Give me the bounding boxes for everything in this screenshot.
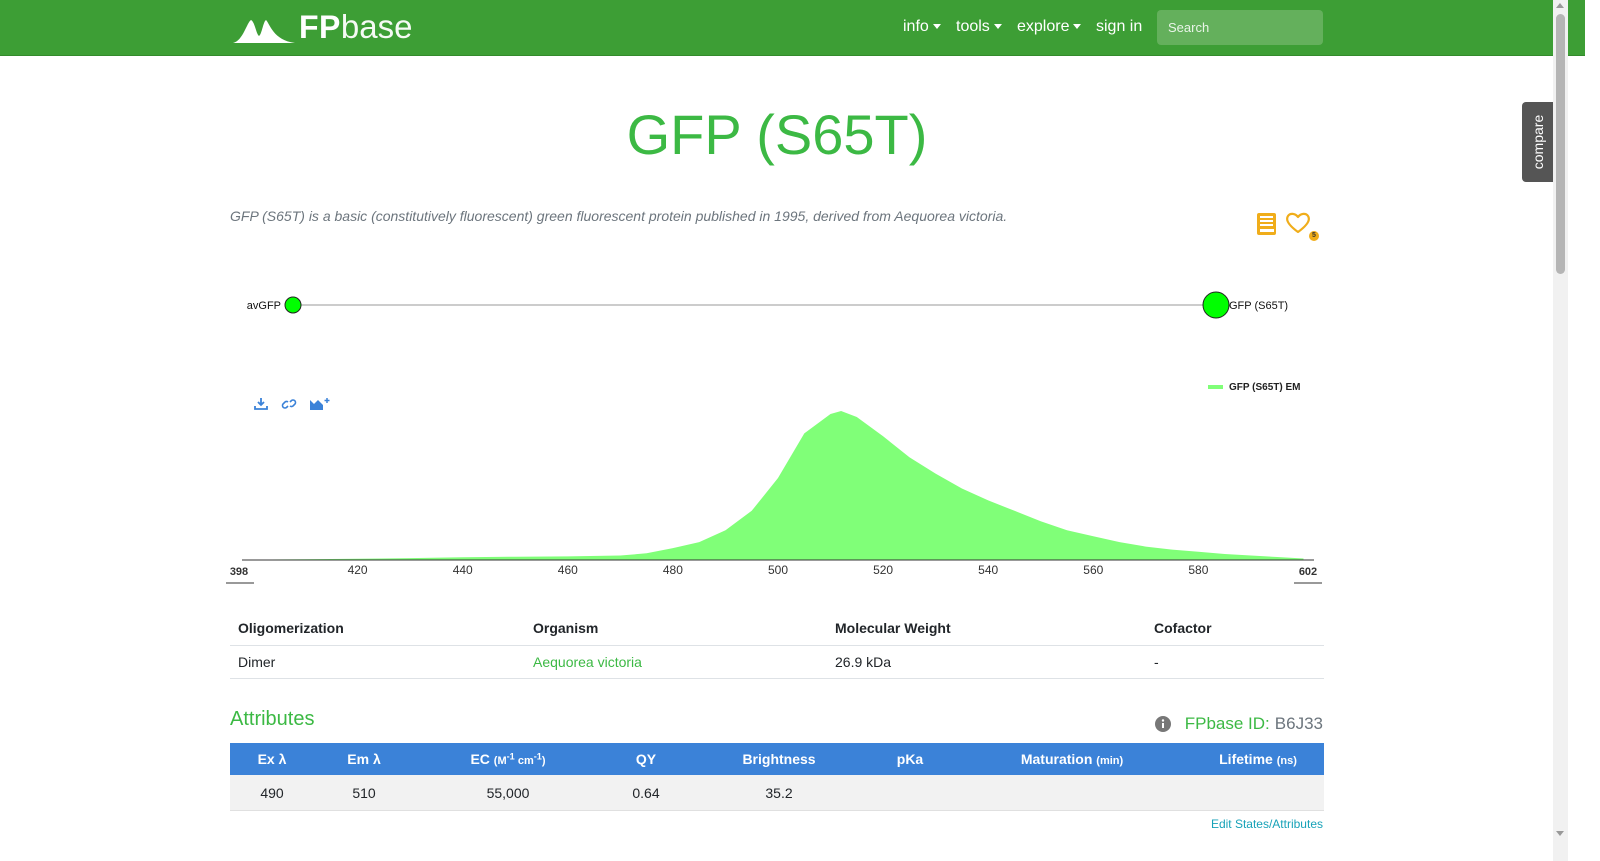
attributes-table: Ex λ Em λ EC (M-1 cm-1) QY Brightness pK… — [230, 743, 1324, 811]
molecular-weight-value: 26.9 kDa — [827, 645, 1146, 679]
x-tick-label: 560 — [1083, 563, 1103, 577]
spectrum-series-0 — [252, 411, 1304, 560]
organism-link[interactable]: Aequorea victoria — [533, 654, 642, 670]
col-molecular-weight: Molecular Weight — [827, 610, 1146, 646]
info-icon[interactable] — [1154, 716, 1171, 732]
lifetime-value — [1192, 775, 1324, 811]
compare-tab[interactable]: compare — [1522, 102, 1553, 182]
lineage-parent-node[interactable] — [284, 296, 302, 314]
lineage-child-label: GFP (S65T) — [1229, 300, 1288, 312]
col-ex: Ex λ — [257, 751, 287, 767]
x-tick-label: 440 — [453, 563, 473, 577]
attributes-heading: Attributes — [230, 708, 315, 730]
book-icon[interactable] — [1256, 212, 1278, 236]
legend-swatch — [1208, 385, 1223, 389]
nav-explore-label: explore — [1017, 18, 1070, 35]
legend-label: GFP (S65T) EM — [1229, 382, 1301, 393]
table-row: Dimer Aequorea victoria 26.9 kDa - — [230, 645, 1324, 679]
x-tick-label: 480 — [663, 563, 683, 577]
em-value: 510 — [314, 775, 414, 811]
page-title: GFP (S65T) — [626, 103, 928, 166]
qy-value: 0.64 — [602, 775, 690, 811]
pka-value — [868, 775, 952, 811]
fpbase-id: FPbase ID: B6J33 — [1154, 714, 1323, 734]
nav-tools-label: tools — [956, 18, 990, 35]
scroll-up-arrow-icon[interactable] — [1556, 3, 1564, 8]
col-cofactor: Cofactor — [1146, 610, 1324, 646]
properties-table: Oligomerization Organism Molecular Weigh… — [230, 610, 1324, 679]
col-em: Em λ — [347, 751, 381, 767]
col-pka: pKa — [896, 751, 924, 767]
fpbase-id-label: FPbase ID: — [1184, 714, 1270, 733]
lineage-parent-label: avGFP — [247, 300, 281, 312]
x-tick-label: 580 — [1188, 563, 1208, 577]
col-brightness: Brightness — [742, 751, 816, 767]
chevron-down-icon — [993, 24, 1002, 29]
heart-icon[interactable] — [1285, 211, 1311, 235]
nav-info[interactable]: info — [903, 17, 941, 37]
x-tick-label: 420 — [348, 563, 368, 577]
scrollbar-thumb[interactable] — [1556, 14, 1565, 274]
nav-sign-in-label: sign in — [1096, 18, 1143, 35]
navbar: FP base info tools explore sign in — [0, 0, 1585, 56]
x-range-min-label: 398 — [230, 566, 248, 578]
scroll-down-arrow-icon[interactable] — [1556, 831, 1564, 836]
col-oligomerization: Oligomerization — [230, 610, 525, 646]
logo-fp-text: FP — [299, 9, 341, 45]
oligomerization-value: Dimer — [230, 645, 525, 679]
edit-states-link[interactable]: Edit States/Attributes — [1211, 817, 1323, 831]
brightness-value: 35.2 — [690, 775, 868, 811]
x-tick-label: 520 — [873, 563, 893, 577]
nav-info-label: info — [903, 18, 929, 35]
ec-value: 55,000 — [414, 775, 602, 811]
chevron-down-icon — [932, 24, 941, 29]
lineage-child-node[interactable] — [1202, 291, 1230, 319]
spectrum-chart: 420 440 460 480 500 520 540 560 580 398 602 GFP … — [226, 382, 1322, 584]
compare-tab-label: compare — [1529, 114, 1546, 170]
col-organism: Organism — [525, 610, 827, 646]
col-qy: QY — [635, 751, 657, 767]
nav-tools[interactable]: tools — [956, 17, 1002, 37]
chevron-down-icon — [1073, 24, 1082, 29]
cofactor-value: - — [1146, 645, 1324, 679]
search-input[interactable] — [1157, 10, 1323, 45]
x-tick-label: 540 — [978, 563, 998, 577]
wave-logo-icon — [233, 20, 295, 43]
nav-sign-in[interactable]: sign in — [1096, 17, 1142, 37]
organism-cell: Aequorea victoria — [525, 645, 827, 679]
favorites-count-badge: 5 — [1309, 231, 1319, 241]
col-maturation: Maturation (min) — [1020, 751, 1124, 767]
ex-value: 490 — [230, 775, 314, 811]
protein-description: GFP (S65T) is a basic (constitutively fl… — [230, 208, 1008, 224]
col-ec: EC (M-1 cm-1) — [470, 751, 546, 767]
x-tick-label: 500 — [768, 563, 788, 577]
nav-explore[interactable]: explore — [1017, 17, 1082, 37]
x-tick-label: 460 — [558, 563, 578, 577]
logo-base-text: base — [340, 8, 413, 45]
lineage-chart: avGFP GFP (S65T) — [247, 291, 1288, 319]
x-range-max-label: 602 — [1299, 566, 1317, 578]
fpbase-id-value: B6J33 — [1274, 714, 1323, 733]
fpbase-logo[interactable]: FP base — [233, 10, 412, 44]
table-row: 490 510 55,000 0.64 35.2 — [230, 775, 1324, 811]
col-lifetime: Lifetime (ns) — [1219, 751, 1297, 767]
maturation-value — [952, 775, 1192, 811]
